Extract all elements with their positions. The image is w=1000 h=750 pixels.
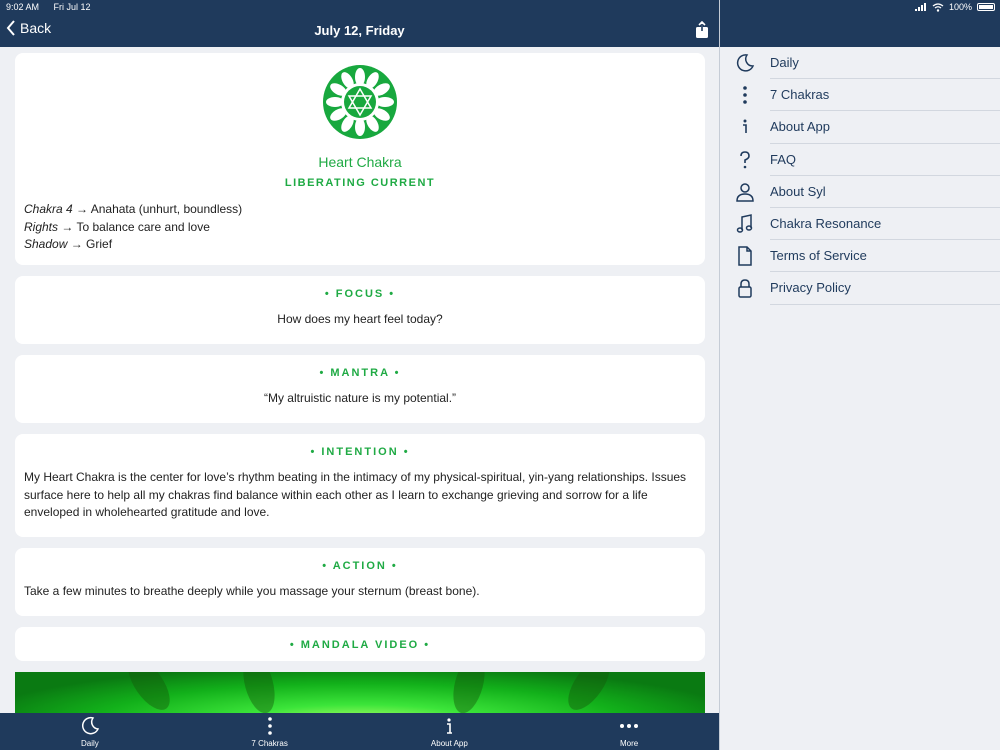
menu-item-terms-of-service[interactable]: Terms of Service	[720, 240, 1000, 273]
intention-body: My Heart Chakra is the center for love’s…	[24, 470, 687, 519]
person-icon	[736, 183, 754, 202]
chakra-name: Heart Chakra	[318, 154, 402, 170]
info-icon	[743, 119, 747, 134]
focus-body: How does my heart feel today?	[277, 312, 443, 326]
fact-arrow: →	[72, 202, 91, 216]
intention-card: • INTENTION • My Heart Chakra is the cen…	[15, 434, 705, 537]
tab-label: 7 Chakras	[251, 739, 288, 748]
mantra-card: • MANTRA • “My altruistic nature is my p…	[15, 355, 705, 423]
fact-arrow: →	[67, 237, 87, 251]
side-menu-header: 100%	[720, 0, 1000, 47]
menu-item-label: Terms of Service	[770, 240, 1000, 273]
navigation-bar: 9:02 AM Fri Jul 12 Back July 12, Friday	[0, 0, 719, 47]
menu-item-label: About App	[770, 111, 1000, 144]
question-icon	[740, 150, 750, 168]
tab-7-chakras[interactable]: 7 Chakras	[180, 713, 360, 750]
mandala-card: • MANDALA VIDEO •	[15, 627, 705, 661]
main-pane: 9:02 AM Fri Jul 12 Back July 12, Friday	[0, 0, 719, 750]
menu-item-label: 7 Chakras	[770, 79, 1000, 112]
menu-item-faq[interactable]: FAQ	[720, 144, 1000, 176]
action-card: • ACTION • Take a few minutes to breathe…	[15, 548, 705, 616]
info-icon	[447, 718, 453, 734]
menu-item-privacy-policy[interactable]: Privacy Policy	[720, 272, 1000, 305]
video-frame-detail	[560, 672, 618, 714]
tab-label: About App	[430, 739, 468, 748]
chakra-subtitle: LIBERATING CURRENT	[284, 177, 436, 189]
video-frame-detail	[237, 672, 281, 714]
battery-percent: 100%	[948, 2, 972, 12]
fact-value: Grief	[86, 237, 113, 251]
focus-card: • FOCUS • How does my heart feel today?	[15, 276, 705, 344]
tab-label: Daily	[80, 739, 99, 748]
intention-title: • INTENTION •	[310, 446, 410, 458]
fact-row: Rights → To balance care and love	[24, 219, 696, 237]
menu-item-label: Chakra Resonance	[770, 208, 1000, 241]
moon-icon	[81, 716, 99, 735]
mantra-title: • MANTRA •	[319, 367, 401, 379]
content-scroll[interactable]: Heart Chakra LIBERATING CURRENT Chakra 4…	[15, 53, 705, 672]
tab-bar: Daily 7 Chakras About App More	[0, 713, 719, 750]
menu-item-label: FAQ	[770, 144, 1000, 176]
video-frame-detail	[447, 672, 491, 714]
share-icon	[696, 20, 708, 38]
status-bar-left: 9:02 AM Fri Jul 12	[6, 2, 103, 12]
status-date: Fri Jul 12	[53, 2, 91, 12]
fact-row: Chakra 4 → Anahata (unhurt, boundless)	[24, 201, 696, 219]
menu-item-about-syl[interactable]: About Syl	[720, 176, 1000, 208]
video-frame-detail	[120, 672, 178, 714]
menu-item-daily[interactable]: Daily	[720, 47, 1000, 80]
status-bar-right: 100%	[914, 2, 995, 12]
menu-item-label: Privacy Policy	[770, 272, 1000, 305]
fact-value: To balance care and love	[76, 219, 210, 234]
mandala-video[interactable]	[15, 672, 705, 714]
fact-arrow: →	[58, 219, 77, 234]
chakra-facts: Chakra 4 → Anahata (unhurt, boundless) R…	[24, 201, 696, 254]
side-menu-pane: 100% Daily 7 Chakras About App FAQ About…	[719, 0, 1000, 750]
moon-icon	[736, 54, 755, 72]
dots-vertical-icon	[267, 717, 272, 735]
dots-horizontal-icon	[620, 724, 639, 728]
tab-label: More	[620, 739, 639, 748]
focus-title: • FOCUS •	[324, 288, 396, 300]
share-button[interactable]	[695, 20, 709, 44]
chakra-card: Heart Chakra LIBERATING CURRENT Chakra 4…	[15, 53, 705, 265]
tab-daily[interactable]: Daily	[0, 713, 180, 750]
battery-icon	[977, 3, 995, 11]
action-title: • ACTION •	[322, 560, 398, 572]
side-menu: Daily 7 Chakras About App FAQ About Syl …	[720, 47, 1000, 305]
mantra-body: “My altruistic nature is my potential.”	[263, 391, 457, 405]
menu-item-about-app[interactable]: About App	[720, 111, 1000, 144]
menu-item-7-chakras[interactable]: 7 Chakras	[720, 79, 1000, 112]
mandala-title: • MANDALA VIDEO •	[289, 639, 431, 651]
fact-key: Shadow	[24, 237, 68, 251]
signal-icon	[914, 3, 926, 11]
tab-more[interactable]: More	[539, 713, 719, 750]
fact-value: Anahata (unhurt, boundless)	[90, 202, 243, 216]
heart-chakra-mandala-icon	[323, 65, 397, 139]
wifi-icon	[932, 2, 944, 12]
document-icon	[738, 246, 752, 266]
menu-item-chakra-resonance[interactable]: Chakra Resonance	[720, 208, 1000, 241]
page-title: July 12, Friday	[314, 23, 405, 38]
fact-row: Shadow → Grief	[24, 236, 696, 254]
menu-item-label: Daily	[770, 47, 1000, 80]
fact-key: Rights	[24, 219, 59, 234]
music-note-icon	[736, 214, 753, 233]
status-time: 9:02 AM	[6, 2, 40, 12]
tab-about-app[interactable]: About App	[360, 713, 540, 750]
dots-vertical-icon	[743, 86, 747, 105]
lock-icon	[738, 279, 752, 299]
action-body: Take a few minutes to breathe deeply whi…	[24, 584, 480, 598]
menu-item-label: About Syl	[770, 176, 1000, 208]
fact-key: Chakra 4	[24, 202, 73, 216]
